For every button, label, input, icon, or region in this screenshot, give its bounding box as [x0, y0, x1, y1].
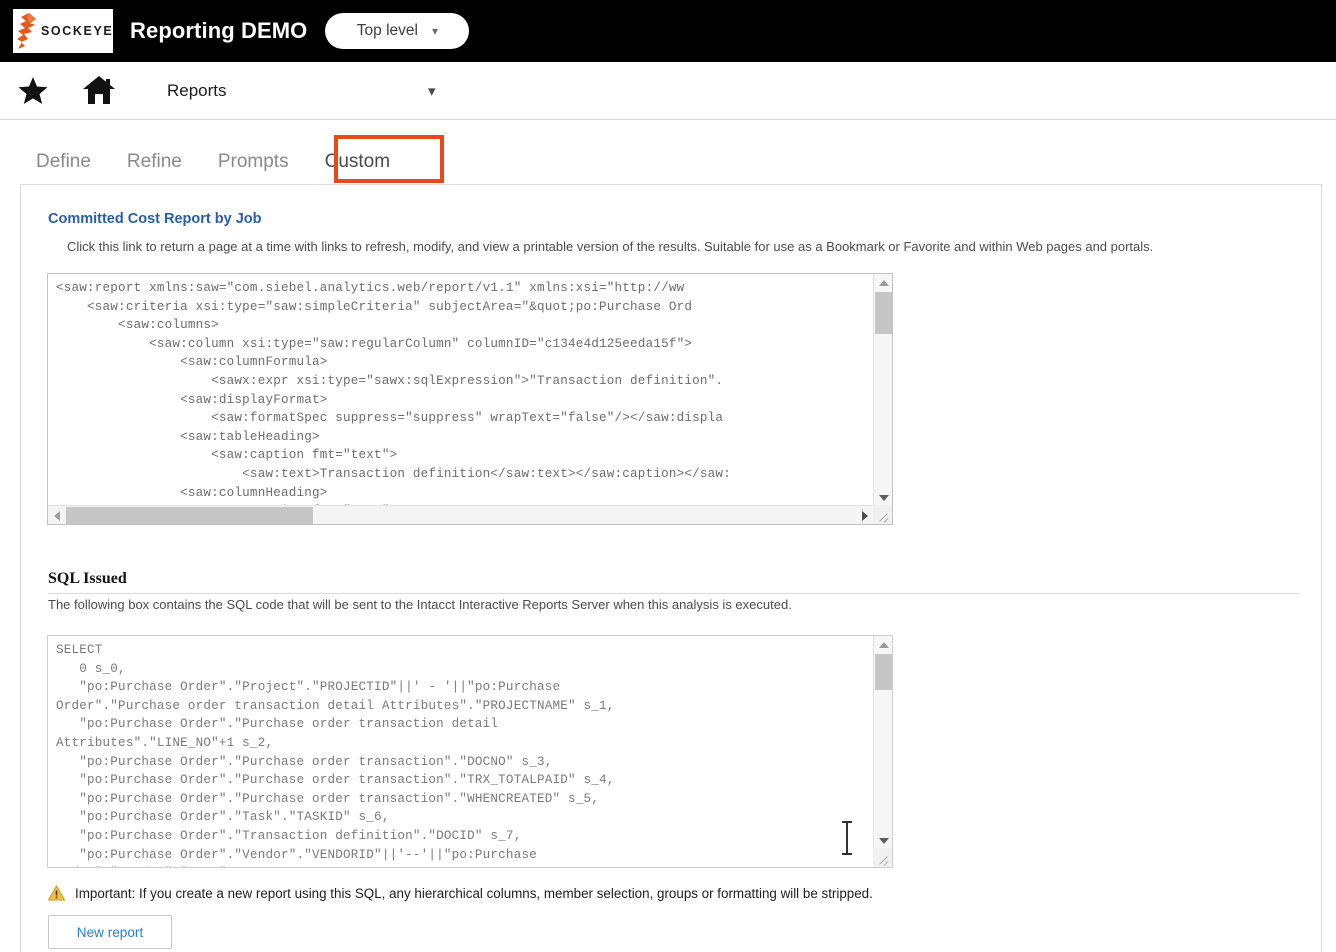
warning-message: Important: If you create a new report us…	[75, 885, 873, 901]
xml-code-content: <saw:report xmlns:saw="com.siebel.analyt…	[56, 281, 731, 518]
secondary-nav-bar: Reports ▾	[0, 62, 1336, 120]
sql-box-resize-grip-icon[interactable]	[873, 848, 892, 867]
sql-issued-description: The following box contains the SQL code …	[48, 597, 792, 612]
app-title: Reporting DEMO	[130, 18, 308, 43]
sockeye-logo-text: SOCKEYE	[41, 24, 113, 38]
scroll-down-arrow-icon[interactable]	[874, 489, 892, 506]
top-level-selector-value: Top level	[356, 22, 418, 39]
warning-triangle-icon	[48, 885, 65, 901]
scroll-down-arrow-icon[interactable]	[874, 832, 892, 849]
xml-horizontal-scrollbar[interactable]	[48, 505, 892, 524]
nav-dropdown-caret-icon[interactable]: ▾	[428, 82, 436, 100]
home-button[interactable]	[81, 74, 117, 108]
sql-code-box[interactable]: SELECT 0 s_0, "po:Purchase Order"."Proje…	[47, 635, 893, 868]
sql-vertical-scrollbar[interactable]	[873, 636, 892, 849]
nav-section-label: Reports	[167, 80, 227, 100]
xml-vertical-scroll-thumb[interactable]	[875, 292, 892, 334]
star-icon	[18, 77, 48, 104]
scroll-left-arrow-icon[interactable]	[48, 506, 65, 524]
home-icon	[83, 76, 115, 104]
chevron-down-icon: ▾	[431, 24, 438, 38]
sql-heading-divider	[48, 593, 1300, 594]
xml-vertical-scrollbar[interactable]	[873, 274, 892, 506]
xml-horizontal-scroll-thumb[interactable]	[66, 507, 313, 524]
top-header-bar: SOCKEYE Reporting DEMO Top level ▾	[0, 0, 1336, 62]
report-description: Click this link to return a page at a ti…	[67, 239, 1154, 254]
sockeye-logo[interactable]: SOCKEYE	[13, 9, 113, 53]
sql-code-content: SELECT 0 s_0, "po:Purchase Order"."Proje…	[56, 643, 615, 867]
tab-refine[interactable]: Refine	[127, 151, 182, 184]
tab-prompts[interactable]: Prompts	[218, 151, 289, 184]
sockeye-fish-logo	[17, 13, 36, 49]
sql-vertical-scroll-thumb[interactable]	[875, 654, 892, 690]
xml-code-box[interactable]: <saw:report xmlns:saw="com.siebel.analyt…	[47, 273, 893, 525]
new-report-button[interactable]: New report	[48, 915, 172, 949]
favorites-star-button[interactable]	[16, 74, 50, 108]
tab-custom[interactable]: Custom	[325, 151, 390, 184]
sql-issued-heading: SQL Issued	[48, 570, 127, 587]
custom-tab-panel: Committed Cost Report by Job Click this …	[20, 184, 1322, 952]
tab-bar: Define Refine Prompts Custom	[0, 120, 1336, 184]
report-title-link[interactable]: Committed Cost Report by Job	[48, 211, 261, 227]
warning-row: Important: If you create a new report us…	[48, 885, 873, 901]
top-level-selector[interactable]: Top level ▾	[325, 13, 470, 49]
scroll-up-arrow-icon[interactable]	[874, 274, 892, 291]
scroll-right-arrow-icon[interactable]	[856, 506, 873, 524]
tab-define[interactable]: Define	[36, 151, 91, 184]
xml-box-resize-grip-icon[interactable]	[873, 505, 892, 524]
scroll-up-arrow-icon[interactable]	[874, 636, 892, 653]
